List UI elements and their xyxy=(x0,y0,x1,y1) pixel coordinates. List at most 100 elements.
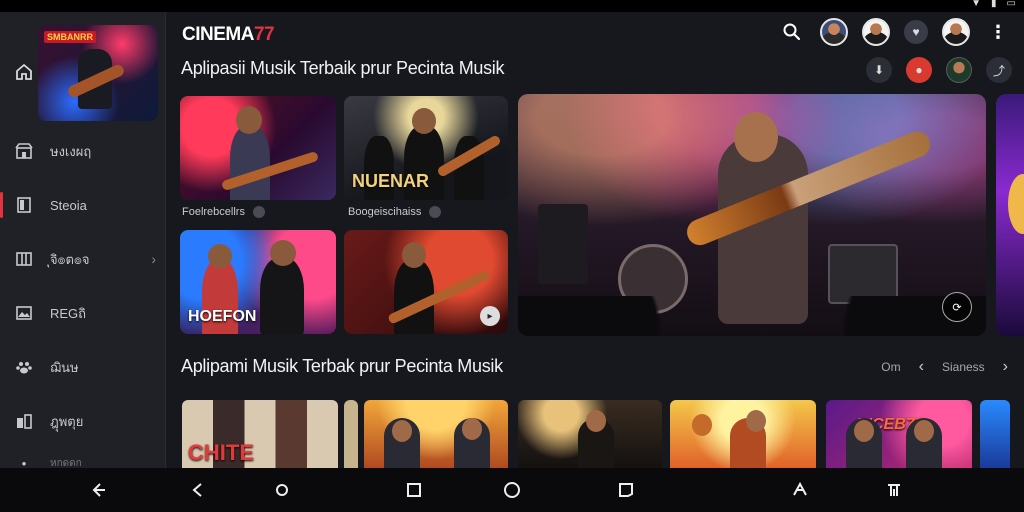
album-card[interactable] xyxy=(364,400,508,468)
guitarist-head xyxy=(734,112,778,162)
album-card[interactable] xyxy=(344,400,358,468)
card-title: Boogeiscihaiss xyxy=(348,206,422,218)
artist-head xyxy=(412,108,436,134)
row-right-label[interactable]: Sianess xyxy=(942,360,985,374)
sidebar-item-label: Steoia xyxy=(50,197,87,213)
account-avatar[interactable] xyxy=(942,18,970,46)
artist-head xyxy=(746,410,766,432)
info-icon[interactable] xyxy=(252,206,265,218)
album-card[interactable]: ▸ xyxy=(344,230,508,334)
album-card[interactable] xyxy=(980,400,1010,468)
album-card[interactable] xyxy=(180,96,336,200)
sidebar-item-1[interactable]: ษงเงผฤ xyxy=(0,124,166,178)
sidebar-item-label: ฎุพตุย xyxy=(50,413,84,429)
artist-head xyxy=(392,420,412,442)
sidebar-item-label: REGถิ xyxy=(50,305,87,321)
card-tag: NUENAR xyxy=(352,171,430,191)
album-card[interactable]: HOEFON xyxy=(180,230,336,334)
row-controls: Om ‹ Sianess › xyxy=(881,358,1008,376)
artist-head xyxy=(586,410,606,432)
status-bar: ▼ ▮ ▭ xyxy=(0,0,1024,12)
card-title: Foelrebcellrs xyxy=(182,206,245,218)
artist-head xyxy=(854,420,874,442)
artist-head xyxy=(914,420,934,442)
featured-hero[interactable]: ⟳ xyxy=(518,94,986,336)
sidebar-item-6[interactable]: ฎุพตุย xyxy=(0,394,166,448)
record-icon[interactable]: ● xyxy=(906,57,932,83)
album-card[interactable] xyxy=(670,400,816,468)
row-left-label: Om xyxy=(881,360,901,374)
back-icon[interactable] xyxy=(186,478,210,502)
battery-icon: ▭ xyxy=(1006,0,1016,9)
sidebar-item-5[interactable]: ฌินษ xyxy=(0,340,166,394)
bookmark-icon xyxy=(14,195,34,215)
album-card[interactable]: NUENAR xyxy=(344,96,508,200)
card-tag: HOEFON xyxy=(188,308,257,325)
share-icon[interactable]: ⤴ xyxy=(986,57,1012,83)
overview-icon[interactable] xyxy=(614,478,638,502)
album-card-label: Foelrebcellrs xyxy=(182,206,265,218)
artist-head xyxy=(270,240,296,266)
friend-avatar[interactable] xyxy=(946,57,972,83)
profile-avatar[interactable] xyxy=(862,18,890,46)
app-window: SMBANRR ษงเงผฤ Steoia ุจิ๏ต๏จ › REGถิ ฌิ… xyxy=(0,12,1024,471)
album-card[interactable] xyxy=(518,400,662,468)
crowd-silhouette xyxy=(518,296,986,336)
home-button-icon[interactable] xyxy=(500,478,524,502)
user-avatar[interactable] xyxy=(820,18,848,46)
brand-number: 77 xyxy=(253,24,275,45)
quick-actions: ⬇ ● ⤴ xyxy=(866,57,1012,83)
artist-head xyxy=(402,242,426,268)
header-actions: ♥ ⋮ xyxy=(778,18,1012,46)
album-card[interactable]: CHITE xyxy=(182,400,338,468)
album-card[interactable]: DICEB77 xyxy=(826,400,972,468)
home-circle-icon[interactable] xyxy=(270,478,294,502)
recents-icon[interactable] xyxy=(402,478,426,502)
sidebar-nav: ษงเงผฤ Steoia ุจิ๏ต๏จ › REGถิ ฌินษ ฎุพตุ… xyxy=(0,124,166,478)
keyboard-switch-icon[interactable] xyxy=(882,478,906,502)
grid-icon xyxy=(14,249,34,269)
ball-figure xyxy=(692,414,712,436)
system-nav-bar xyxy=(0,468,1024,512)
play-icon[interactable]: ▸ xyxy=(480,306,500,326)
brand-word: CINEMA xyxy=(182,24,254,45)
amp-figure xyxy=(828,244,898,304)
search-icon[interactable] xyxy=(778,18,806,46)
card-tag: CHITE xyxy=(188,440,254,465)
now-playing-thumbnail[interactable]: SMBANRR xyxy=(38,25,158,121)
signal-icon: ▮ xyxy=(991,0,997,9)
download-icon[interactable]: ⬇ xyxy=(866,57,892,83)
play-icon[interactable]: ⟳ xyxy=(942,292,972,322)
image-icon xyxy=(14,303,34,323)
wifi-icon: ▼ xyxy=(971,0,982,9)
pets-icon xyxy=(14,357,34,377)
library-icon xyxy=(14,411,34,431)
artist-figure xyxy=(260,258,304,334)
more-vert-icon[interactable]: ⋮ xyxy=(984,18,1012,46)
album-card-label: Boogeiscihaiss xyxy=(348,206,442,218)
heart-icon[interactable]: ♥ xyxy=(904,20,928,44)
app-brand: CINEMA77 xyxy=(182,24,275,46)
chevron-right-icon[interactable]: › xyxy=(1003,358,1008,376)
assistant-icon[interactable] xyxy=(788,478,812,502)
artist-head xyxy=(236,106,262,134)
section-title-2: Aplipami Musik Terbak prur Pecinta Musik xyxy=(181,356,503,376)
home-icon[interactable] xyxy=(14,62,34,82)
sidebar-item-label: ษงเงผฤ xyxy=(50,143,92,159)
sidebar: SMBANRR ษงเงผฤ Steoia ุจิ๏ต๏จ › REGถิ ฌิ… xyxy=(0,12,166,471)
chevron-right-icon: › xyxy=(151,251,156,267)
sidebar-item-3[interactable]: ุจิ๏ต๏จ › xyxy=(0,232,166,286)
next-hero-peek[interactable] xyxy=(996,94,1024,336)
chevron-left-icon[interactable]: ‹ xyxy=(919,358,924,376)
back-arrow-icon[interactable] xyxy=(86,478,110,502)
amp-figure xyxy=(538,204,588,284)
sidebar-item-label: ุจิ๏ต๏จ xyxy=(50,251,90,267)
artist-figure xyxy=(230,126,270,200)
section-title-1: Aplipasii Musik Terbaik prur Pecinta Mus… xyxy=(181,58,505,78)
thumbnail-tag: SMBANRR xyxy=(44,31,96,43)
sidebar-item-label: ฌินษ xyxy=(50,359,79,375)
sidebar-item-2[interactable]: Steoia xyxy=(0,178,166,232)
info-icon[interactable] xyxy=(429,206,442,218)
storefront-icon xyxy=(14,141,34,161)
sidebar-item-4[interactable]: REGถิ xyxy=(0,286,166,340)
